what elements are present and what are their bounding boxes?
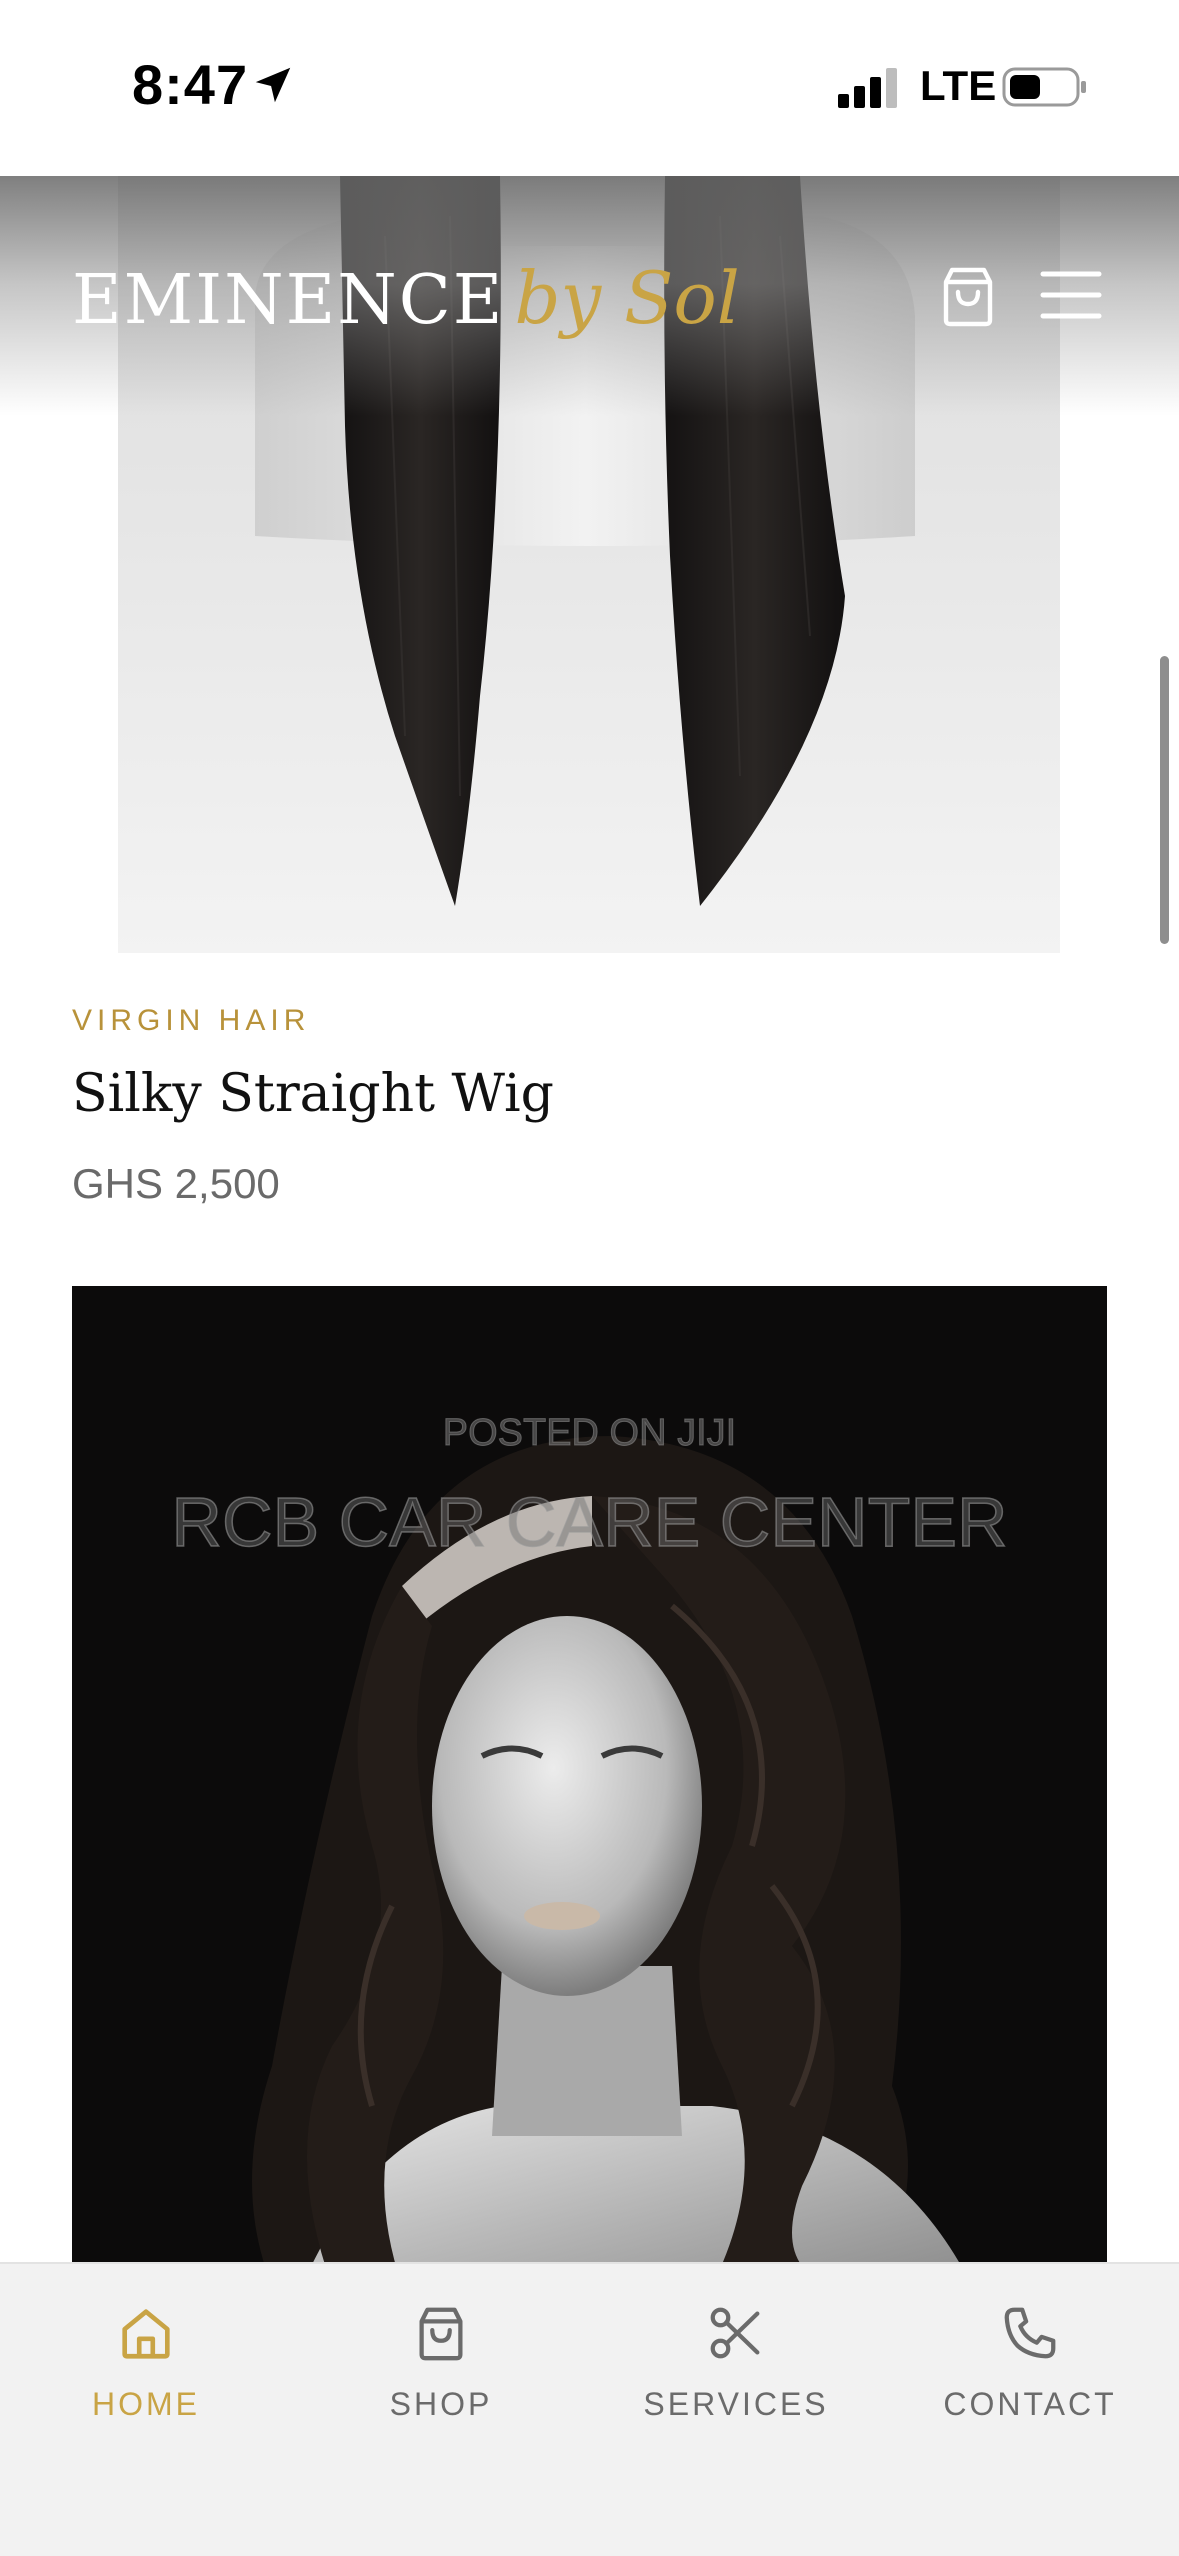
shopping-bag-icon[interactable] [938,264,998,328]
logo-accent-text: by Sol [514,256,740,340]
network-type: LTE [920,62,997,109]
location-arrow-icon [255,67,291,103]
nav-item-home[interactable]: HOME [26,2302,266,2423]
product-image-wavy-wig[interactable]: POSTED ON JIJI RCB CAR CARE CENTER [72,1286,1107,2286]
nav-label-contact: CONTACT [943,2386,1117,2422]
product-price: GHS 2,500 [72,1160,280,1207]
watermark-store-name: RCB CAR CARE CENTER [171,1482,1009,1562]
nav-item-shop[interactable]: SHOP [321,2302,561,2423]
nav-label-shop: SHOP [389,2386,493,2422]
nav-item-contact[interactable]: CONTACT [910,2302,1150,2423]
product-category: VIRGIN HAIR [72,1004,311,1037]
scissors-icon [710,2307,760,2359]
phone-icon [1004,2307,1056,2359]
hamburger-menu-icon[interactable] [1040,268,1102,322]
nav-item-services[interactable]: SERVICES [616,2302,856,2423]
signal-bars-icon [838,68,897,108]
bottom-navigation: HOME SHOP SERVICES CONTACT [0,2262,1179,2556]
battery-icon [1002,67,1086,107]
status-bar: 8:47 LTE [0,0,1179,176]
status-time: 8:47 [132,53,249,116]
nav-label-home: HOME [92,2386,200,2422]
logo-main-text: EMINENCE [72,261,505,340]
brand-logo[interactable]: EMINENCE by Sol [72,256,740,340]
home-icon [122,2309,170,2359]
site-header: EMINENCE by Sol [0,176,1179,416]
scrollbar-thumb[interactable] [1160,656,1169,944]
watermark-posted-on: POSTED ON JIJI [442,1412,737,1455]
product-name[interactable]: Silky Straight Wig [72,1064,554,1124]
nav-label-services: SERVICES [643,2386,829,2422]
shopping-bag-icon [419,2307,463,2361]
